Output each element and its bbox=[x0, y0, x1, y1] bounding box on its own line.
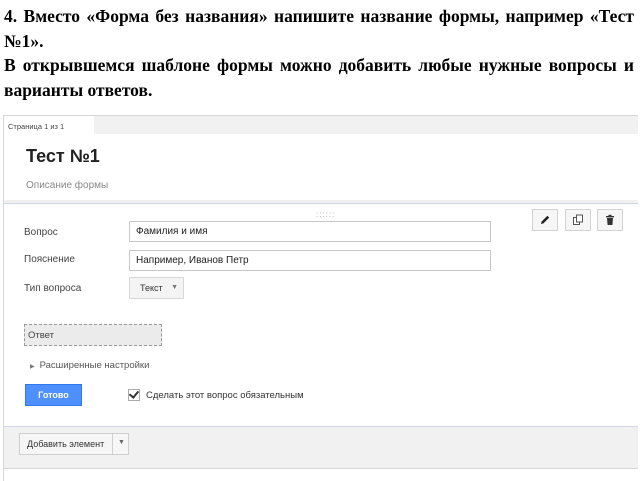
instruction-step-detail: В открывшемся шаблоне формы можно добави… bbox=[4, 55, 634, 100]
chevron-down-icon[interactable]: ▼ bbox=[118, 439, 125, 446]
question-title-input[interactable]: Фамилия и имя bbox=[129, 221, 491, 242]
required-toggle[interactable]: Сделать этот вопрос обязательным bbox=[128, 389, 304, 401]
add-item-label: Добавить элемент bbox=[27, 439, 105, 449]
question-type-select[interactable]: Текст ▼ bbox=[129, 277, 184, 299]
drag-handle-icon[interactable]: :::::: bbox=[316, 210, 335, 219]
required-label: Сделать этот вопрос обязательным bbox=[146, 389, 304, 401]
form-title[interactable]: Тест №1 bbox=[26, 146, 100, 167]
help-text-label: Пояснение bbox=[24, 254, 75, 265]
form-editor-screenshot: Страница 1 из 1 Тест №1 Описание формы :… bbox=[3, 115, 638, 481]
question-label: Вопрос bbox=[24, 227, 58, 238]
button-divider bbox=[112, 434, 113, 454]
question-type-value: Текст bbox=[140, 283, 163, 293]
duplicate-question-button[interactable] bbox=[565, 209, 591, 231]
form-description-field[interactable]: Описание формы bbox=[26, 180, 108, 191]
help-text-input[interactable]: Например, Иванов Петр bbox=[129, 250, 491, 271]
delete-question-button[interactable] bbox=[597, 209, 623, 231]
triangle-right-icon: ▶ bbox=[30, 364, 35, 370]
required-checkbox[interactable] bbox=[128, 389, 140, 401]
chevron-down-icon: ▼ bbox=[171, 284, 178, 291]
done-button[interactable]: Готово bbox=[25, 384, 82, 406]
page-indicator: Страница 1 из 1 bbox=[4, 116, 94, 136]
instruction-step-title: 4. Вместо «Форма без названия» напишите … bbox=[4, 6, 634, 51]
instructions-text: 4. Вместо «Форма без названия» напишите … bbox=[4, 4, 634, 102]
bottom-panel bbox=[4, 468, 638, 481]
advanced-settings-label: Расширенные настройки bbox=[39, 360, 150, 371]
edit-question-button[interactable] bbox=[532, 209, 558, 231]
copy-icon bbox=[573, 214, 583, 225]
pencil-icon bbox=[541, 215, 550, 224]
question-card: :::::: Вопрос Фамилия и имя Пояснение На… bbox=[4, 203, 638, 427]
answer-preview-field: Ответ bbox=[24, 324, 162, 346]
trash-icon bbox=[606, 214, 614, 225]
add-item-button[interactable]: Добавить элемент ▼ bbox=[19, 433, 129, 455]
form-header-card: Тест №1 Описание формы bbox=[4, 134, 638, 200]
advanced-settings-toggle[interactable]: ▶ Расширенные настройки bbox=[30, 360, 149, 371]
question-type-label: Тип вопроса bbox=[24, 283, 82, 294]
